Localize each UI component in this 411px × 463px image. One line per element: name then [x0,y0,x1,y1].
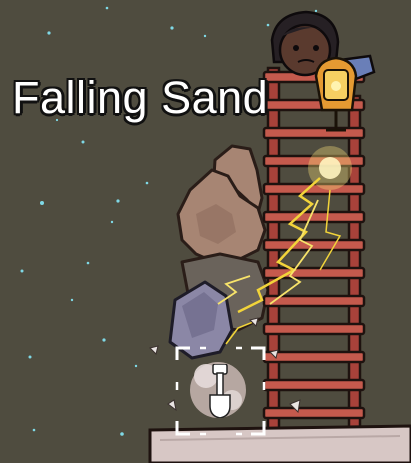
falling-sand-caption: Falling Sand [12,72,269,123]
ground-tile[interactable] [148,424,411,463]
ladder[interactable] [262,66,366,442]
world-canvas[interactable] [0,0,411,463]
game-scene[interactable]: Falling Sand [0,0,411,463]
shovel-icon[interactable] [208,364,232,418]
